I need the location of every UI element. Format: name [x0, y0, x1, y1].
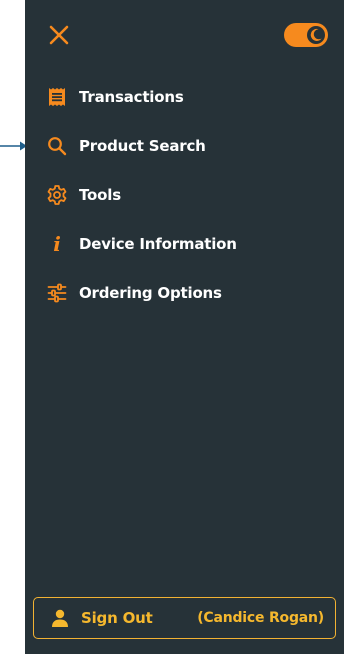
close-icon[interactable]	[47, 23, 71, 47]
receipt-icon	[46, 86, 68, 108]
menu-item-transactions[interactable]: Transactions	[25, 72, 344, 121]
sign-out-button[interactable]: Sign Out (Candice Rogan)	[33, 597, 336, 639]
menu-item-product-search[interactable]: Product Search	[25, 121, 344, 170]
person-icon	[52, 609, 68, 627]
menu-item-label: Ordering Options	[79, 283, 222, 302]
signed-in-user-name: (Candice Rogan)	[197, 610, 324, 626]
menu-item-tools[interactable]: Tools	[25, 170, 344, 219]
menu-item-label: Tools	[79, 185, 121, 204]
navigation-drawer: Transactions Product Search Tools i Devi…	[25, 0, 344, 654]
menu-item-device-information[interactable]: i Device Information	[25, 219, 344, 268]
search-icon	[46, 135, 68, 157]
sign-out-label: Sign Out	[81, 609, 153, 627]
menu-item-ordering-options[interactable]: Ordering Options	[25, 268, 344, 317]
info-icon: i	[53, 231, 61, 256]
gear-icon	[46, 184, 68, 206]
moon-icon	[310, 28, 322, 41]
pointer-arrow-icon	[0, 141, 27, 151]
menu-item-label: Transactions	[79, 87, 184, 106]
menu-item-label: Device Information	[79, 234, 237, 253]
dark-mode-toggle[interactable]	[284, 23, 328, 47]
drawer-menu: Transactions Product Search Tools i Devi…	[25, 72, 344, 317]
screen: Transactions Product Search Tools i Devi…	[0, 0, 344, 654]
menu-item-label: Product Search	[79, 136, 206, 155]
sliders-icon	[46, 282, 68, 304]
